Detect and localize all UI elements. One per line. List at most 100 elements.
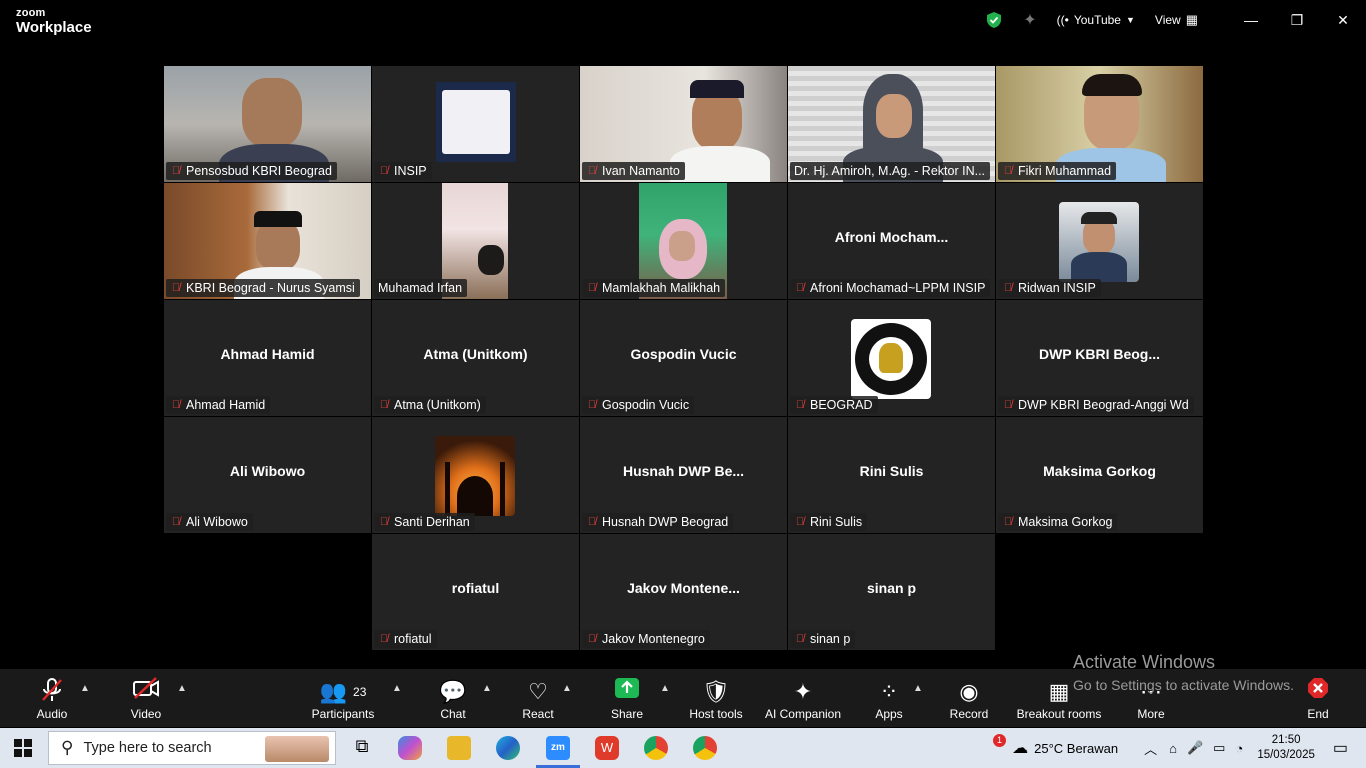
participant-tile[interactable]: Ali Wibowo 🎙̸ Ali Wibowo [164, 417, 371, 533]
zoom-logo: zoom Workplace [16, 7, 92, 36]
participant-tile[interactable]: 🎙̸ BEOGRAD [788, 300, 995, 416]
mic-muted-icon: 🎙̸ [1003, 516, 1013, 528]
chrome-profile-icon[interactable] [693, 736, 717, 760]
weather-alert-badge: 1 [993, 734, 1006, 747]
participant-tile[interactable]: Ahmad Hamid 🎙̸ Ahmad Hamid [164, 300, 371, 416]
participant-tile[interactable]: 🎙̸ Ivan Namanto [580, 66, 787, 182]
participant-count: 23 [353, 685, 367, 699]
taskbar-search-box[interactable]: ⚲ Type here to search [48, 731, 336, 765]
participant-tile[interactable]: Atma (Unitkom) 🎙̸ Atma (Unitkom) [372, 300, 579, 416]
participant-display-name: Ahmad Hamid [220, 346, 315, 362]
microphone-icon[interactable]: 🎤 [1187, 740, 1203, 756]
chevron-up-icon[interactable]: ︿ [1144, 739, 1157, 758]
participants-button[interactable]: 👥 23 Participants [310, 669, 376, 727]
audio-options-caret[interactable]: ▲ [80, 683, 90, 694]
participant-display-name: DWP KBRI Beog... [1038, 346, 1161, 362]
participant-tile[interactable]: rofiatul 🎙̸ rofiatul [372, 534, 579, 650]
participant-tile[interactable]: Husnah DWP Be... 🎙̸ Husnah DWP Beograd [580, 417, 787, 533]
participant-tile[interactable]: DWP KBRI Beog... 🎙̸ DWP KBRI Beograd-Angg… [996, 300, 1203, 416]
file-explorer-icon[interactable] [447, 736, 471, 760]
participant-name: 🎙̸ Ridwan INSIP [998, 279, 1101, 297]
mic-muted-icon: 🎙̸ [795, 282, 805, 294]
apps-options-caret[interactable]: ▲ [913, 683, 923, 694]
copilot-icon[interactable] [398, 736, 422, 760]
apps-button[interactable]: ⁘ Apps [872, 669, 906, 727]
mic-muted-icon: 🎙̸ [171, 165, 181, 177]
participant-tile[interactable]: 🎙̸ Fikri Muhammad [996, 66, 1203, 182]
windows-start-icon[interactable] [14, 739, 32, 762]
apps-icon: ⁘ [879, 679, 899, 704]
weather-widget[interactable]: ☁ 25°C Berawan [1012, 738, 1118, 758]
record-icon: ◉ [959, 679, 979, 704]
ai-companion-button[interactable]: ✦ AI Companion [762, 669, 844, 727]
participant-tile[interactable]: 🎙̸ Santi Derihan [372, 417, 579, 533]
sparkle-icon[interactable]: ✦ [1023, 10, 1036, 30]
participant-tile[interactable]: Jakov Montene... 🎙̸ Jakov Montenegro [580, 534, 787, 650]
participant-tile[interactable]: 🎙̸ INSIP [372, 66, 579, 182]
view-button[interactable]: View ▦ [1155, 12, 1198, 28]
participant-tile[interactable]: Rini Sulis 🎙̸ Rini Sulis [788, 417, 995, 533]
chat-options-caret[interactable]: ▲ [482, 683, 492, 694]
notification-icon: ▭ [1332, 740, 1348, 757]
participant-display-name: Atma (Unitkom) [423, 346, 528, 362]
zoom-app-icon[interactable]: zm [546, 736, 570, 760]
participant-display-name: Husnah DWP Be... [622, 463, 745, 479]
participant-tile-active-speaker[interactable]: Dr. Hj. Amiroh, M.Ag. - Rektor IN... [788, 66, 995, 182]
mic-muted-icon: 🎙̸ [795, 399, 805, 411]
participant-tile[interactable]: 🎙̸ Mamlakhah Malikhah [580, 183, 787, 299]
notifications-button[interactable]: ▭ [1333, 738, 1348, 758]
restore-button[interactable]: ❐ [1274, 0, 1320, 40]
participant-tile[interactable]: 🎙̸ KBRI Beograd - Nurus Syamsi [164, 183, 371, 299]
participant-tile[interactable]: Afroni Mocham... 🎙̸ Afroni Mochamad~LPPM … [788, 183, 995, 299]
participant-name: 🎙̸ Ahmad Hamid [166, 396, 271, 414]
host-tools-button[interactable]: 🛡 Host tools [686, 669, 746, 727]
battery-icon[interactable]: ▭ [1213, 740, 1225, 756]
share-options-caret[interactable]: ▲ [660, 683, 670, 694]
participant-display-name: rofiatul [451, 580, 500, 596]
task-view-icon[interactable]: ⧉ [350, 736, 374, 760]
participant-name: 🎙̸ Atma (Unitkom) [374, 396, 486, 414]
react-options-caret[interactable]: ▲ [562, 683, 572, 694]
mic-muted-icon: 🎙̸ [587, 165, 597, 177]
participant-tile[interactable]: 🎙̸ Pensosbud KBRI Beograd [164, 66, 371, 182]
live-stream-button[interactable]: ((• YouTube ▼ [1057, 13, 1135, 27]
encryption-shield-icon[interactable] [985, 11, 1003, 29]
participant-tile[interactable]: Muhamad Irfan [372, 183, 579, 299]
title-bar: zoom Workplace ✦ ((• YouTube ▼ View ▦ — … [0, 0, 1366, 44]
end-meeting-button[interactable]: End [1302, 669, 1334, 727]
participant-name: 🎙̸ BEOGRAD [790, 396, 878, 414]
participant-tile[interactable]: Gospodin Vucic 🎙̸ Gospodin Vucic [580, 300, 787, 416]
participant-name: 🎙̸ Ivan Namanto [582, 162, 685, 180]
people-icon: 👥 [319, 679, 348, 704]
participant-name: 🎙̸ INSIP [374, 162, 432, 180]
chat-button[interactable]: 💬 Chat [434, 669, 472, 727]
participant-name: Muhamad Irfan [374, 279, 468, 297]
mic-muted-icon [40, 677, 64, 707]
audio-button[interactable]: Audio [30, 669, 74, 727]
grid-icon: ▦ [1185, 12, 1198, 27]
participants-options-caret[interactable]: ▲ [392, 683, 402, 694]
system-clock[interactable]: 21:50 15/03/2025 [1257, 733, 1315, 763]
record-button[interactable]: ◉ Record [946, 669, 992, 727]
video-options-caret[interactable]: ▲ [177, 683, 187, 694]
mic-muted-icon: 🎙̸ [379, 399, 389, 411]
chrome-browser-icon[interactable] [644, 736, 668, 760]
video-button[interactable]: Video [124, 669, 168, 727]
participant-tile[interactable]: Maksima Gorkog 🎙̸ Maksima Gorkog [996, 417, 1203, 533]
wps-office-icon[interactable]: W [595, 736, 619, 760]
minimize-button[interactable]: — [1228, 0, 1274, 40]
mic-muted-icon: 🎙̸ [379, 633, 389, 645]
edge-browser-icon[interactable] [496, 736, 520, 760]
close-window-button[interactable]: ✕ [1320, 0, 1366, 40]
mic-muted-icon: 🎙̸ [379, 516, 389, 528]
garuda-emblem-icon [851, 319, 931, 399]
participant-tile[interactable]: sinan p 🎙̸ sinan p [788, 534, 995, 650]
participant-tile[interactable]: 🎙̸ Ridwan INSIP [996, 183, 1203, 299]
wifi-icon[interactable]: ◔ [1235, 741, 1243, 756]
react-button[interactable]: ♡ React [518, 669, 558, 727]
participant-display-name: Jakov Montene... [627, 580, 740, 596]
share-button[interactable]: Share [606, 669, 648, 727]
poster-image [436, 82, 516, 162]
network-device-icon[interactable]: ⌂ [1169, 741, 1177, 756]
mic-muted-icon: 🎙̸ [171, 399, 181, 411]
